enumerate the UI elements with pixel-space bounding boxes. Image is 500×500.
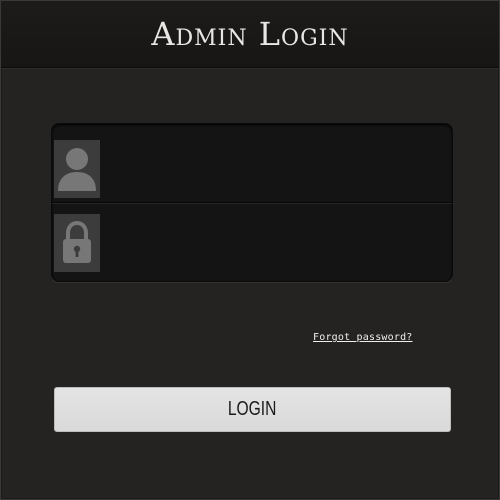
user-icon xyxy=(54,140,100,198)
credentials-box xyxy=(51,123,453,282)
password-row xyxy=(52,203,452,281)
username-input[interactable] xyxy=(104,134,444,192)
password-input[interactable] xyxy=(104,213,444,271)
login-button[interactable]: LOGIN xyxy=(54,387,451,432)
username-row xyxy=(52,124,452,203)
login-button-label: LOGIN xyxy=(228,398,277,420)
forgot-password-link[interactable]: Forgot password? xyxy=(313,332,413,343)
page-title: Admin Login xyxy=(151,15,349,53)
login-header: Admin Login xyxy=(1,1,499,68)
lock-icon xyxy=(54,214,100,272)
